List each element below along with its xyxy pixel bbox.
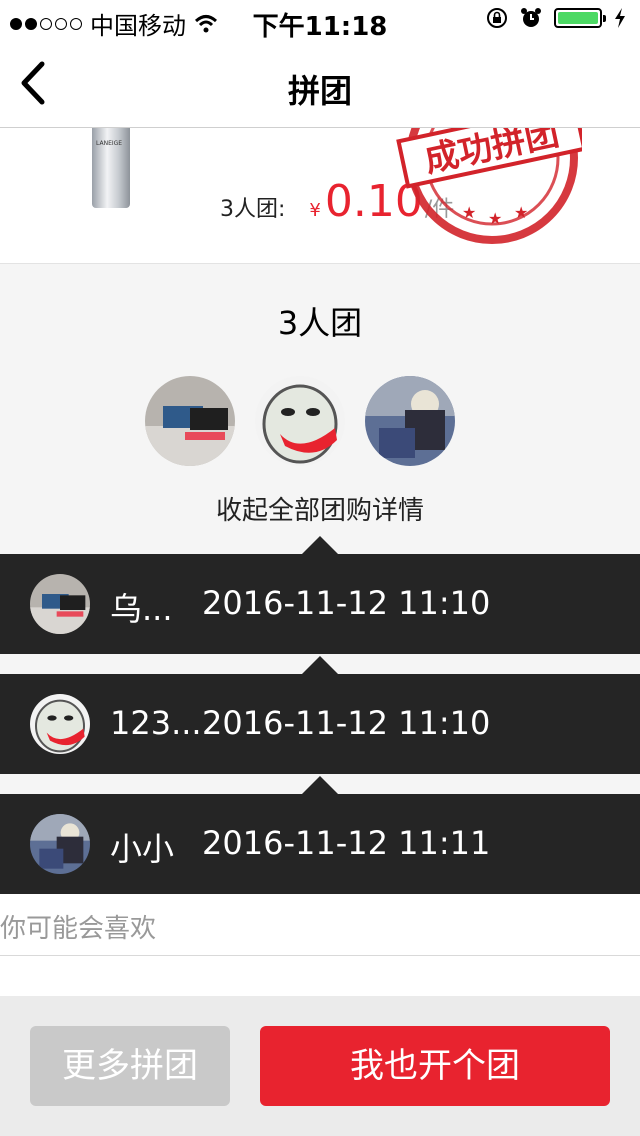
avatar[interactable]: [255, 376, 345, 466]
list-item: 123... 2016-11-12 11:10: [0, 656, 640, 774]
status-right: [486, 7, 626, 29]
battery-icon: [554, 8, 606, 28]
status-bar: 中国移动 下午11:18: [0, 0, 640, 42]
list-item: 小小 2016-11-12 11:11: [0, 776, 640, 894]
member-name: 123...: [110, 704, 200, 742]
avatar[interactable]: [30, 694, 90, 754]
avatar[interactable]: [30, 814, 90, 874]
alarm-icon: [521, 8, 541, 27]
more-groups-button[interactable]: 更多拼团: [30, 1026, 230, 1106]
bottom-action-bar: 更多拼团 我也开个团: [0, 996, 640, 1136]
meme-face-icon: [255, 376, 345, 466]
currency-symbol: ¥: [309, 200, 321, 221]
join-time: 2016-11-12 11:10: [202, 584, 491, 622]
recommend-label: 你可能会喜欢: [0, 914, 157, 944]
pointer-notch: [302, 656, 338, 674]
success-stamp-icon: 成功拼团 ★ ★ ★: [396, 128, 582, 244]
group-section: 3人团 收起全部团购详情: [0, 264, 640, 554]
person-photo-icon: [365, 376, 455, 466]
product-summary[interactable]: LANEIGE 3人团: ¥ 0.10 /件 成功拼团 ★ ★ ★: [0, 128, 640, 264]
list-item: 乌... 2016-11-12 11:10: [0, 536, 640, 654]
charging-icon: [615, 8, 625, 28]
pointer-notch: [302, 776, 338, 794]
product-image: LANEIGE: [92, 128, 130, 208]
person-photo-icon: [30, 814, 90, 874]
pointer-notch: [302, 536, 338, 554]
meme-face-icon: [30, 694, 90, 754]
product-image-label: LANEIGE: [96, 140, 123, 147]
avatar[interactable]: [145, 376, 235, 466]
page-title: 拼团: [287, 72, 352, 110]
svg-text:★: ★: [514, 203, 528, 222]
collapse-details-link[interactable]: 收起全部团购详情: [0, 490, 640, 527]
member-name: 乌...: [110, 590, 173, 628]
join-time: 2016-11-12 11:10: [202, 704, 491, 742]
member-name: 小小: [110, 830, 175, 868]
avatar[interactable]: [30, 574, 90, 634]
keyboard-photo-icon: [30, 574, 90, 634]
group-title: 3人团: [277, 304, 363, 342]
svg-text:★: ★: [462, 203, 476, 222]
navigation-bar: 拼团: [0, 40, 640, 128]
avatar[interactable]: [365, 376, 455, 466]
start-group-button[interactable]: 我也开个团: [260, 1026, 610, 1106]
recommend-section: 你可能会喜欢: [0, 894, 640, 956]
svg-text:★: ★: [488, 209, 502, 228]
rotation-lock-icon: [487, 8, 507, 28]
group-avatars: [145, 376, 455, 466]
group-size-label: 3人团:: [220, 197, 286, 222]
join-time: 2016-11-12 11:11: [202, 824, 491, 862]
keyboard-photo-icon: [145, 376, 235, 466]
